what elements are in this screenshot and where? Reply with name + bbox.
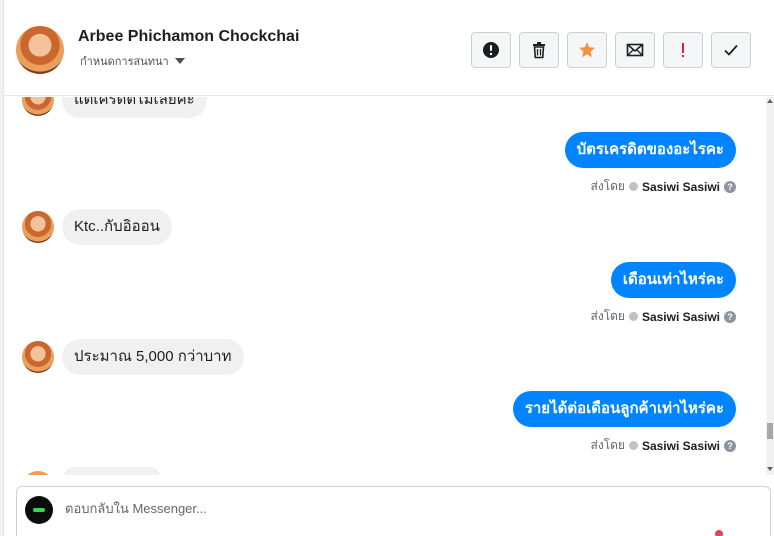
contact-avatar-small[interactable] [22, 341, 54, 373]
scrollbar-thumb[interactable] [767, 423, 773, 439]
incoming-message-bubble[interactable]: ประมาณ 5,000 กว่าบาท [62, 339, 244, 375]
flag-important-button[interactable] [663, 32, 703, 68]
outgoing-message: รายได้ต่อเดือนลูกค้าเท่าไหร่คะ ส่งโดย Sa… [512, 391, 736, 455]
exclamation-circle-icon [483, 42, 499, 58]
outgoing-message-bubble[interactable]: บัตรเครดิตของอะไรคะ [564, 132, 736, 168]
contact-name[interactable]: Arbee Phichamon Chockchai [78, 28, 299, 46]
help-icon[interactable]: ? [724, 439, 736, 452]
agent-name: Sasiwi Sasiwi [641, 309, 720, 324]
chevron-down-icon [174, 58, 185, 64]
sent-by-line: ส่งโดย Sasiwi Sasiwi ? [590, 307, 736, 326]
mark-unread-button[interactable] [615, 32, 655, 68]
exclamation-icon [682, 43, 684, 57]
incoming-message: ประมาณ 5,000 กว่าบาท [22, 339, 244, 375]
thread-scrollbar[interactable] [766, 97, 774, 475]
outgoing-message-bubble[interactable]: รายได้ต่อเดือนลูกค้าเท่าไหร่คะ [512, 391, 736, 427]
checkmark-icon [724, 44, 738, 56]
page-avatar [25, 496, 53, 524]
conversation-toolbar [471, 32, 751, 68]
incoming-message: แต่เครดิตไม่เลยค่ะ [22, 97, 207, 118]
emoji-icon[interactable] [715, 530, 723, 536]
sent-by-line: ส่งโดย Sasiwi Sasiwi ? [565, 177, 736, 196]
help-icon[interactable]: ? [724, 310, 736, 323]
reply-input[interactable] [65, 501, 665, 516]
delete-button[interactable] [519, 32, 559, 68]
assign-conversation-label: กำหนดการสนทนา [80, 56, 169, 68]
star-button[interactable] [567, 32, 607, 68]
incoming-message-bubble[interactable]: Ktc..กับอิออน [62, 209, 172, 245]
verified-icon [628, 441, 638, 450]
help-icon[interactable]: ? [724, 180, 736, 193]
conversation-header: Arbee Phichamon Chockchai กำหนดการสนทนา [4, 0, 774, 96]
outgoing-message-bubble[interactable]: เดือนเท่าไหร่คะ [610, 262, 736, 298]
contact-avatar-small[interactable] [22, 211, 54, 243]
verified-icon [628, 182, 638, 191]
report-spam-button[interactable] [471, 32, 511, 68]
mark-done-button[interactable] [711, 32, 751, 68]
incoming-message: Ktc..กับอิออน [22, 209, 172, 245]
scroll-up-arrow-icon[interactable] [767, 99, 773, 103]
contact-avatar-small[interactable] [22, 471, 54, 475]
sent-by-line: ส่งโดย Sasiwi Sasiwi ? [513, 436, 736, 455]
incoming-message-bubble-partial[interactable] [64, 467, 160, 475]
message-thread[interactable]: แต่เครดิตไม่เลยค่ะ บัตรเครดิตของอะไรคะ ส… [4, 97, 766, 475]
reply-composer [16, 486, 771, 536]
sent-by-prefix: ส่งโดย [590, 309, 625, 323]
contact-avatar[interactable] [16, 26, 64, 74]
sent-by-prefix: ส่งโดย [590, 438, 625, 452]
envelope-icon [626, 43, 644, 57]
outgoing-message: บัตรเครดิตของอะไรคะ ส่งโดย Sasiwi Sasiwi… [564, 132, 736, 196]
incoming-message-bubble[interactable]: แต่เครดิตไม่เลยค่ะ [62, 97, 207, 118]
agent-name: Sasiwi Sasiwi [641, 179, 720, 194]
outgoing-message: เดือนเท่าไหร่คะ ส่งโดย Sasiwi Sasiwi ? [590, 262, 736, 326]
star-icon [579, 42, 595, 58]
verified-icon [628, 312, 638, 321]
trash-icon [533, 42, 545, 59]
scroll-down-arrow-icon[interactable] [767, 467, 773, 471]
page-logo-icon [33, 508, 45, 512]
assign-conversation-dropdown[interactable]: กำหนดการสนทนา [80, 52, 185, 70]
contact-avatar-small[interactable] [22, 97, 54, 116]
sent-by-prefix: ส่งโดย [590, 179, 625, 193]
agent-name: Sasiwi Sasiwi [641, 438, 720, 453]
